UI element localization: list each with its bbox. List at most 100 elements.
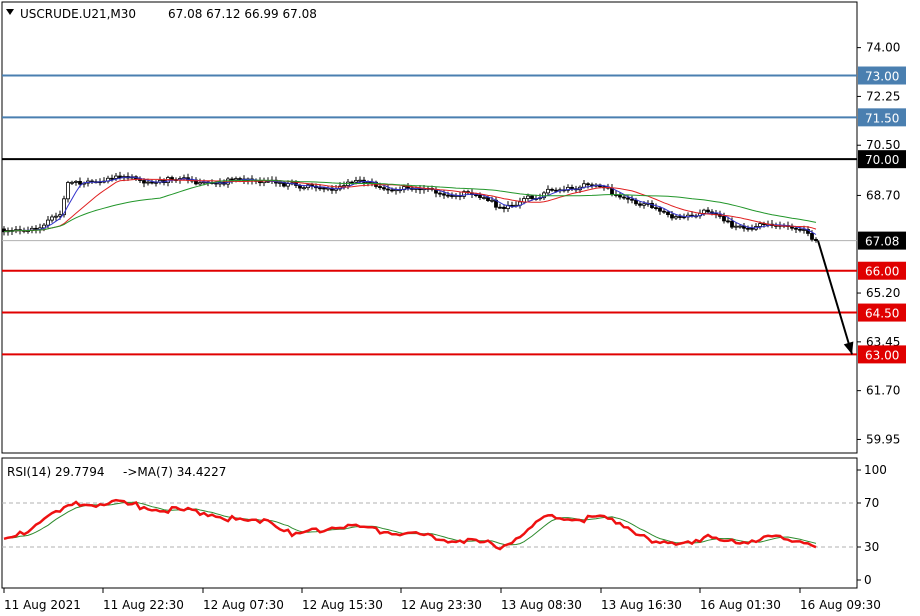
- candle-body: [530, 195, 534, 199]
- time-tick-label: 13 Aug 08:30: [501, 598, 582, 612]
- rsi-tick-label: 30: [864, 540, 879, 554]
- time-tick-label: 16 Aug 09:30: [800, 598, 881, 612]
- candle-body: [618, 194, 622, 198]
- candle-body: [658, 207, 662, 212]
- time-tick-label: 13 Aug 16:30: [601, 598, 682, 612]
- time-tick-label: 12 Aug 15:30: [302, 598, 383, 612]
- level-tag-71.50-label: 71.50: [865, 111, 899, 125]
- candle-body: [358, 179, 362, 182]
- candle-body: [450, 195, 454, 197]
- candle-body: [662, 210, 666, 213]
- level-tag-66.00-label: 66.00: [865, 265, 899, 279]
- candle-body: [386, 188, 390, 191]
- rsi-ma-label: ->MA(7) 34.4227: [123, 465, 226, 479]
- candle-body: [730, 220, 734, 228]
- candle-body: [58, 214, 62, 217]
- candle-body: [706, 209, 710, 213]
- rsi-tick-label: 0: [864, 573, 872, 587]
- candle-body: [70, 181, 74, 184]
- candle-body: [546, 188, 550, 194]
- candle-body: [726, 220, 730, 223]
- candle-body: [674, 216, 678, 219]
- symbol-label: USCRUDE.U21,M30: [20, 7, 136, 21]
- candle-body: [446, 194, 450, 197]
- candle-body: [298, 185, 302, 189]
- ohlc-label: 67.08 67.12 66.99 67.08: [168, 7, 317, 21]
- candle-body: [114, 175, 118, 179]
- candle-body: [638, 203, 642, 206]
- candle-body: [758, 223, 762, 227]
- price-tick-label: 59.95: [866, 432, 900, 446]
- time-tick-label: 11 Aug 22:30: [103, 598, 184, 612]
- candle-body: [482, 197, 486, 199]
- candle-body: [734, 225, 738, 228]
- candle-body: [442, 193, 446, 196]
- candle-body: [54, 215, 58, 218]
- candle-body: [654, 207, 658, 210]
- candle-body: [746, 227, 750, 230]
- candle-body: [634, 199, 638, 205]
- candle-body: [354, 180, 358, 183]
- candle-body: [670, 214, 674, 219]
- candle-body: [350, 181, 354, 184]
- candle-body: [570, 186, 574, 190]
- rsi-label: RSI(14) 29.7794: [7, 465, 105, 479]
- candle-body: [486, 197, 490, 201]
- price-tick-label: 72.25: [866, 89, 900, 103]
- candle-body: [234, 178, 238, 181]
- candle-body: [554, 189, 558, 192]
- candle-body: [630, 198, 634, 201]
- candle-body: [666, 211, 670, 215]
- candle-body: [390, 189, 394, 192]
- candle-body: [526, 195, 530, 199]
- time-tick-label: 11 Aug 2021: [4, 598, 81, 612]
- candle-body: [642, 203, 646, 206]
- candle-body: [318, 187, 322, 190]
- candle-body: [750, 227, 754, 230]
- candle-body: [66, 182, 70, 200]
- time-axis: 11 Aug 2021 11 Aug 22:30 12 Aug 07:30 12 Au…: [3, 588, 881, 612]
- candle-body: [798, 228, 802, 231]
- price-tick-label: 65.20: [866, 286, 900, 300]
- price-panel: [1, 1, 858, 454]
- candle-body: [78, 181, 82, 185]
- level-tag-64.50-label: 64.50: [865, 307, 899, 321]
- candle-body: [814, 238, 818, 242]
- candle-body: [474, 194, 478, 197]
- candle-body: [702, 209, 706, 214]
- candle-body: [146, 181, 150, 184]
- candle-body: [738, 225, 742, 228]
- level-tag-73.00-label: 73.00: [865, 70, 899, 84]
- candle-body: [582, 183, 586, 188]
- candle-body: [230, 178, 234, 181]
- candle-body: [198, 182, 202, 185]
- candle-body: [378, 186, 382, 189]
- level-tag-70.00-label: 70.00: [865, 153, 899, 167]
- candle-body: [498, 206, 502, 209]
- time-tick-label: 12 Aug 23:30: [401, 598, 482, 612]
- candle-body: [382, 187, 386, 190]
- candle-body: [802, 229, 806, 231]
- candle-body: [438, 192, 442, 195]
- candle-body: [810, 233, 814, 240]
- price-tick-label: 68.70: [866, 188, 900, 202]
- candle-body: [150, 181, 154, 184]
- candle-body: [302, 187, 306, 190]
- current-price-tag-label: 67.08: [865, 235, 899, 249]
- candle-body: [342, 185, 346, 187]
- chart-area: USCRUDE.U21,M30 67.08 67.12 66.99 67.08 …: [1, 1, 906, 612]
- rsi-tick-label: 100: [864, 463, 887, 477]
- candle-body: [50, 216, 54, 221]
- candle-body: [794, 227, 798, 230]
- candle-body: [238, 178, 242, 180]
- candle-body: [46, 219, 50, 226]
- level-tag-63.00-label: 63.00: [865, 348, 899, 362]
- candle-body: [118, 175, 122, 179]
- candle-body: [110, 177, 114, 180]
- candle-body: [170, 177, 174, 180]
- candle-body: [286, 183, 290, 187]
- candle-body: [74, 181, 78, 183]
- time-tick-label: 12 Aug 07:30: [203, 598, 284, 612]
- candle-body: [586, 183, 590, 186]
- candle-body: [278, 182, 282, 184]
